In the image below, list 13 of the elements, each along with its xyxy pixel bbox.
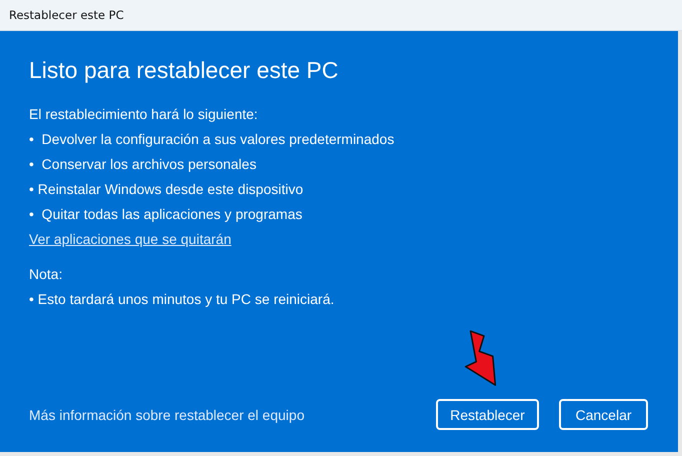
- note-text: • Esto tardará unos minutos y tu PC se reiniciará.: [29, 290, 336, 309]
- view-apps-link[interactable]: Ver aplicaciones que se quitarán: [29, 227, 232, 252]
- intro-text: El restablecimiento hará lo siguiente:: [29, 105, 259, 124]
- cancel-button[interactable]: Cancelar: [559, 399, 648, 430]
- dialog-heading: Listo para restablecer este PC: [29, 57, 340, 84]
- list-item: • Devolver la configuración a sus valores predeterminados: [29, 130, 396, 149]
- window-title: Restablecer este PC: [9, 8, 124, 22]
- note-label: Nota:: [29, 265, 64, 284]
- list-item: • Reinstalar Windows desde este dispositivo: [29, 180, 304, 199]
- more-info-link[interactable]: Más información sobre restablecer el equipo: [29, 406, 304, 422]
- list-item: • Conservar los archivos personales: [29, 155, 258, 174]
- list-item: • Quitar todas las aplicaciones y programas: [29, 205, 304, 224]
- reset-button[interactable]: Restablecer: [436, 399, 539, 430]
